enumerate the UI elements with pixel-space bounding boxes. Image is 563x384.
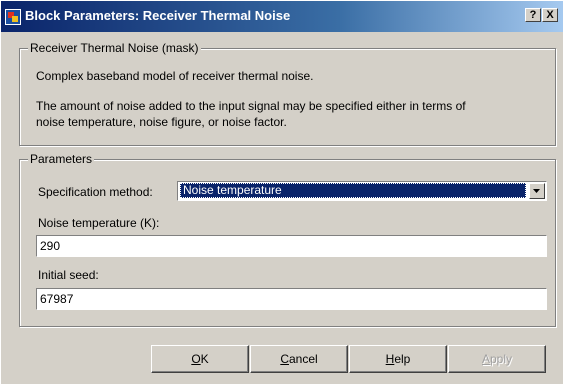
simulink-block-icon — [5, 9, 21, 25]
ok-button[interactable]: OK — [151, 345, 249, 373]
close-button[interactable]: X — [542, 8, 558, 22]
cancel-button[interactable]: Cancel — [250, 345, 348, 373]
close-icon: X — [546, 9, 554, 21]
window-title: Block Parameters: Receiver Thermal Noise — [25, 8, 291, 23]
help-button[interactable]: Help — [349, 345, 447, 373]
spec-method-label: Specification method: — [38, 185, 153, 199]
description-line-1: Complex baseband model of receiver therm… — [36, 69, 314, 83]
context-help-button[interactable]: ? — [525, 8, 541, 22]
help-label-rest: elp — [394, 352, 411, 366]
noise-temperature-input[interactable]: 290 — [36, 235, 547, 257]
title-bar[interactable]: Block Parameters: Receiver Thermal Noise… — [1, 1, 563, 32]
apply-button[interactable]: Apply — [448, 345, 546, 373]
initial-seed-label: Initial seed: — [38, 268, 99, 282]
ok-mnemonic: O — [191, 352, 201, 366]
parameters-legend: Parameters — [28, 152, 95, 166]
dropdown-button[interactable] — [529, 183, 545, 199]
description-line-3: noise temperature, noise figure, or nois… — [36, 115, 287, 129]
ok-label-rest: K — [200, 352, 209, 366]
question-icon: ? — [529, 9, 537, 21]
apply-label-rest: pply — [490, 352, 513, 366]
cancel-label-rest: ancel — [288, 352, 318, 366]
chevron-down-icon — [533, 189, 540, 193]
noise-temperature-label: Noise temperature (K): — [38, 216, 160, 230]
spec-method-select[interactable]: Noise temperature — [177, 181, 547, 201]
description-group: Receiver Thermal Noise (mask) — [19, 41, 556, 146]
initial-seed-input[interactable]: 67987 — [36, 288, 547, 310]
spec-method-selected: Noise temperature — [180, 183, 526, 198]
description-line-2: The amount of noise added to the input s… — [36, 99, 466, 113]
description-legend: Receiver Thermal Noise (mask) — [28, 41, 201, 55]
dialog-window: Block Parameters: Receiver Thermal Noise… — [0, 0, 563, 384]
cancel-mnemonic: C — [280, 352, 289, 366]
apply-mnemonic: A — [481, 352, 490, 366]
